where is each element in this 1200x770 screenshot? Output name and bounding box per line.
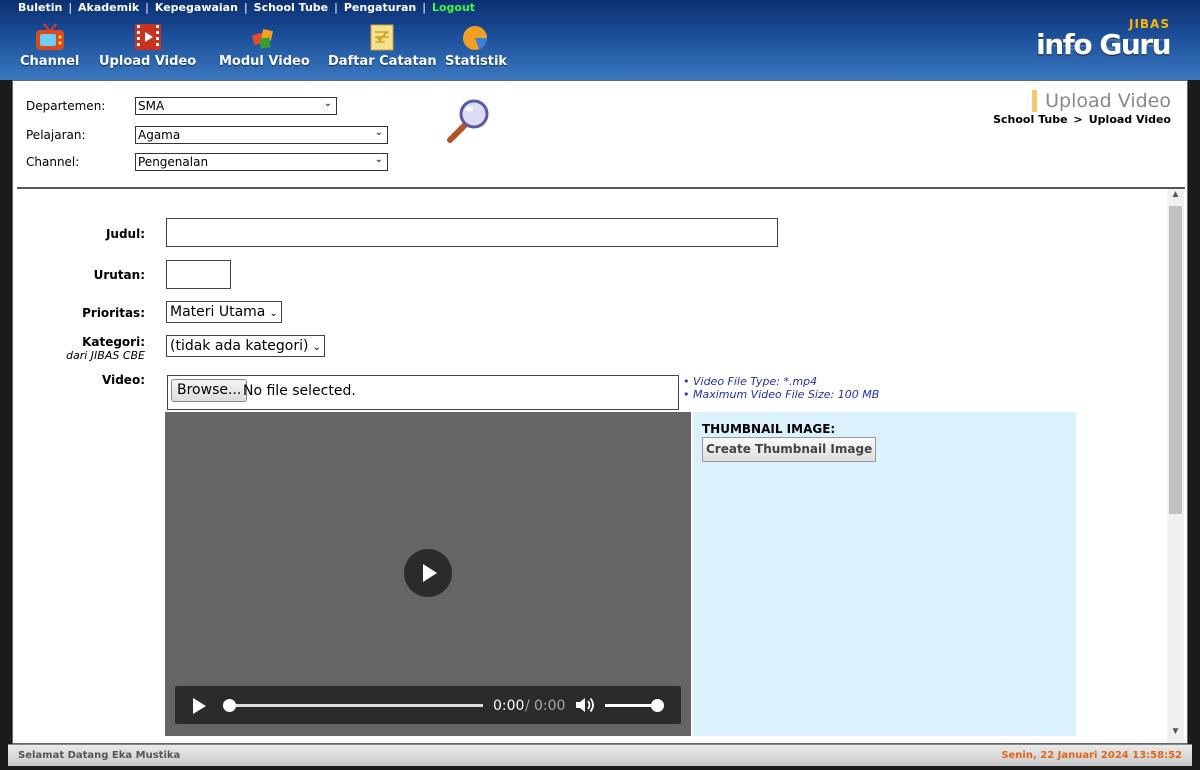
scroll-down-arrow-icon[interactable]: ▼: [1167, 726, 1184, 743]
nav-pengaturan[interactable]: Pengaturan: [344, 1, 416, 14]
nav-separator: |: [422, 1, 426, 14]
kategori-select[interactable]: (tidak ada kategori) ⌄: [166, 335, 325, 357]
toolbar-channel-label: Channel: [20, 54, 80, 69]
scroll-thumb[interactable]: [1169, 206, 1182, 514]
scrollbar[interactable]: ▲ ▼: [1167, 189, 1184, 743]
page-title: Upload Video: [1045, 90, 1171, 112]
channel-value: Pengenalan: [138, 155, 209, 169]
time-separator: /: [525, 698, 530, 714]
toolbar-daftar-catatan-label: Daftar Catatan: [328, 54, 437, 69]
pelajaran-select[interactable]: Agama ⌄: [135, 126, 388, 144]
play-button[interactable]: [404, 549, 452, 597]
scroll-up-arrow-icon[interactable]: ▲: [1167, 189, 1184, 206]
welcome-text: Selamat Datang Eka Mustika: [18, 750, 181, 761]
film-icon: [134, 24, 161, 50]
seek-handle[interactable]: [223, 699, 236, 712]
volume-slider[interactable]: [605, 704, 657, 707]
kategori-sublabel: dari JIBAS CBE: [65, 349, 145, 362]
volume-icon[interactable]: [575, 696, 595, 714]
toolbar-statistik-label: Statistik: [445, 54, 508, 69]
toolbar-channel[interactable]: Channel: [20, 22, 79, 69]
toolbar-statistik[interactable]: Statistik: [445, 22, 507, 69]
nav-school-tube[interactable]: School Tube: [254, 1, 328, 14]
breadcrumb-separator: >: [1073, 113, 1083, 126]
brand-reflection: info Guru: [1036, 34, 1170, 53]
judul-label: Judul:: [105, 227, 145, 241]
chevron-down-icon: ⌄: [323, 98, 332, 109]
urutan-input[interactable]: [166, 260, 231, 289]
nav-separator: |: [145, 1, 149, 14]
nav-buletin[interactable]: Buletin: [18, 1, 62, 14]
browse-button[interactable]: Browse...: [171, 379, 248, 402]
chevron-down-icon: ⌄: [374, 127, 383, 138]
page-heading: Upload Video: [1032, 90, 1171, 112]
breadcrumb-root[interactable]: School Tube: [993, 113, 1067, 126]
nav-separator: |: [243, 1, 248, 14]
pelajaran-value: Agama: [138, 128, 181, 142]
channel-select[interactable]: Pengenalan ⌄: [135, 153, 388, 171]
heading-accent-bar: [1032, 90, 1038, 112]
nav-akademik[interactable]: Akademik: [78, 1, 139, 14]
departemen-label: Departemen:: [26, 99, 106, 113]
departemen-select[interactable]: SMA ⌄: [135, 97, 337, 115]
toolbar-modul-video[interactable]: Modul Video: [219, 22, 310, 69]
hint-file-type: • Video File Type: *.mp4: [683, 375, 818, 388]
channel-label: Channel:: [26, 155, 80, 169]
datetime-text: Senin, 22 Januari 2024 13:58:52: [1001, 750, 1182, 761]
pie-chart-icon: [463, 26, 488, 50]
urutan-label: Urutan:: [93, 268, 145, 282]
video-hints: • Video File Type: *.mp4 • Maximum Video…: [683, 375, 879, 401]
toolbar-upload-video-label: Upload Video: [99, 54, 197, 69]
toolbar-modul-video-label: Modul Video: [219, 54, 310, 69]
pelajaran-label: Pelajaran:: [26, 128, 86, 142]
player-controls: 0:00 / 0:00: [175, 686, 681, 724]
departemen-value: SMA: [138, 99, 165, 113]
seek-bar[interactable]: [229, 704, 483, 707]
kategori-value: (tidak ada kategori): [170, 338, 309, 354]
current-time: 0:00: [493, 698, 525, 714]
chevron-down-icon: ⌄: [269, 308, 278, 319]
thumbnail-title: THUMBNAIL IMAGE:: [702, 422, 836, 436]
breadcrumb: School Tube > Upload Video: [993, 113, 1171, 126]
prioritas-select[interactable]: Materi Utama ⌄: [166, 301, 282, 323]
chevron-down-icon: ⌄: [374, 154, 383, 165]
main-panel: Departemen: SMA ⌄ Pelajaran: Agama ⌄ Cha…: [12, 80, 1188, 744]
thumbnail-panel: THUMBNAIL IMAGE: Create Thumbnail Image: [693, 412, 1076, 736]
duration: 0:00: [534, 698, 566, 714]
create-thumbnail-button[interactable]: Create Thumbnail Image: [702, 437, 877, 462]
status-bar: Selamat Datang Eka Mustika Senin, 22 Jan…: [8, 744, 1192, 766]
chevron-down-icon: ⌄: [312, 342, 321, 353]
toolbar-daftar-catatan[interactable]: Daftar Catatan: [328, 22, 437, 69]
play-icon: [423, 564, 437, 582]
video-label: Video:: [102, 373, 145, 387]
toolbar-upload-video[interactable]: Upload Video: [99, 22, 196, 69]
nav-separator: |: [68, 1, 73, 14]
video-player[interactable]: 0:00 / 0:00: [165, 412, 691, 736]
top-nav: Buletin | Akademik | Kepegawaian | School Tube…: [18, 1, 475, 15]
prioritas-label: Prioritas:: [82, 306, 145, 320]
upload-form: Judul: Urutan: Prioritas: Materi Utama ⌄ …: [13, 189, 1168, 743]
notepad-icon: [370, 24, 394, 51]
tv-icon: [35, 23, 64, 50]
hint-file-size: • Maximum Video File Size: 100 MB: [683, 388, 880, 401]
breadcrumb-current: Upload Video: [1088, 113, 1171, 126]
search-icon[interactable]: [445, 97, 493, 145]
app-header: Buletin | Akademik | Kepegawaian | School Tube…: [0, 0, 1200, 80]
nav-kepegawaian[interactable]: Kepegawaian: [155, 1, 238, 14]
nav-separator: |: [334, 1, 338, 14]
video-file-input[interactable]: Browse... No file selected.: [167, 375, 679, 410]
prioritas-value: Materi Utama: [170, 304, 266, 320]
file-status: No file selected.: [243, 383, 356, 399]
modules-icon: [252, 29, 274, 49]
judul-input[interactable]: [166, 218, 778, 247]
filter-area: Departemen: SMA ⌄ Pelajaran: Agama ⌄ Cha…: [13, 81, 1187, 189]
nav-logout[interactable]: Logout: [432, 1, 475, 14]
brand-logo: JIBAS info Guru info Guru: [1036, 14, 1171, 74]
kategori-label: Kategori:: [82, 335, 145, 349]
volume-handle[interactable]: [651, 699, 664, 712]
play-icon[interactable]: [193, 698, 206, 714]
